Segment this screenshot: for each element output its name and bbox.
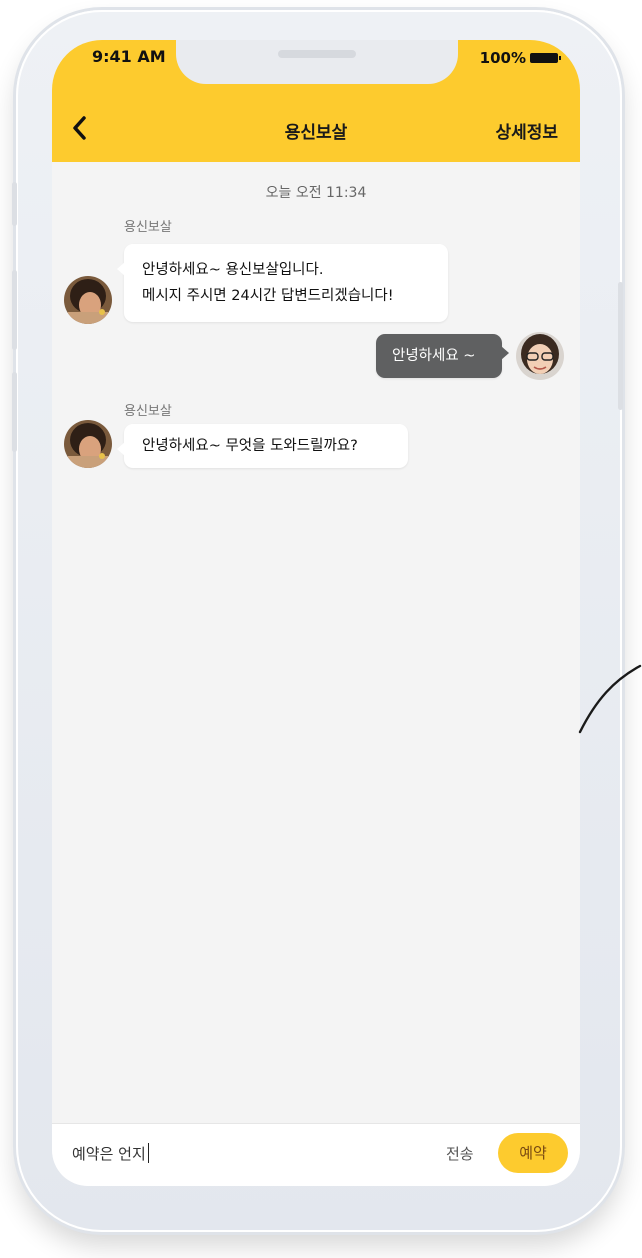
text-caret [147,1143,149,1163]
side-button [12,372,17,452]
message-line: 안녕하세요~ 용신보살입니다. [142,262,324,278]
phone-screen: 9:41 AM 100% 용신보살 상세정보 오늘 오전 11:34 용신보살 … [52,40,580,1186]
message-bubble: 안녕하세요 ~ [376,334,509,378]
avatar-image [516,332,564,380]
user-avatar[interactable] [516,332,564,380]
cable-decoration [578,664,642,734]
status-time: 9:41 AM [92,47,166,66]
message-bubble: 안녕하세요~ 용신보살입니다. 메시지 주시면 24시간 답변드리겠습니다! [117,244,448,322]
detail-info-button[interactable]: 상세정보 [495,118,558,143]
chat-timestamp: 오늘 오전 11:34 [265,185,367,201]
avatar-image [64,276,112,324]
speaker [278,50,356,58]
message-input-bar: 예약은 언지 전송 예약 [52,1123,580,1186]
reserve-button[interactable]: 예약 [498,1133,568,1173]
sender-avatar[interactable] [64,276,112,324]
message-bubble: 안녕하세요~ 무엇을 도와드릴까요? [117,424,408,468]
message-input[interactable]: 예약은 언지 [72,1143,149,1164]
sender-name: 용신보살 [124,404,172,419]
message-line: 안녕하세요 ~ [392,348,476,364]
send-button[interactable]: 전송 [446,1143,474,1164]
battery-icon [530,53,561,63]
avatar-image [64,420,112,468]
side-button [618,282,623,410]
battery-indicator: 100% [479,49,561,67]
sender-name: 용신보살 [124,220,172,235]
message-line: 안녕하세요~ 무엇을 도와드릴까요? [142,438,358,454]
side-button [12,182,17,226]
notch [176,40,458,84]
side-button [12,270,17,350]
sender-avatar[interactable] [64,420,112,468]
message-line: 메시지 주시면 24시간 답변드리겠습니다! [142,288,394,304]
battery-label: 100% [479,49,526,67]
app-header: 9:41 AM 100% 용신보살 상세정보 [52,40,580,162]
message-input-value: 예약은 언지 [72,1145,146,1163]
